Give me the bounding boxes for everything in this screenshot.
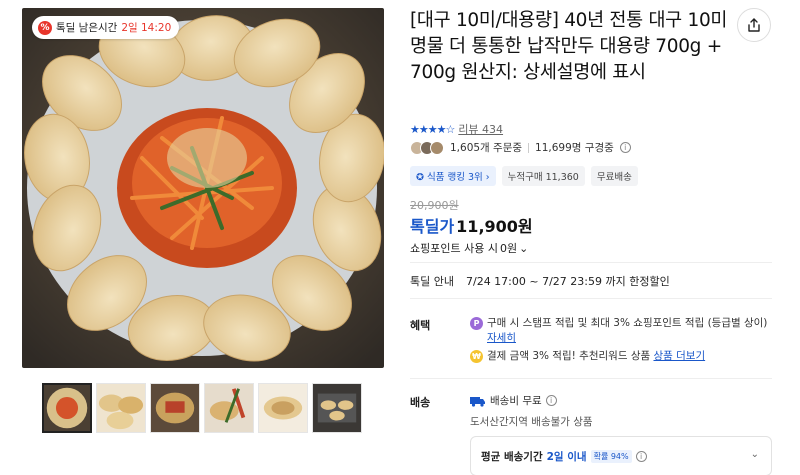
info-icon[interactable]: i	[619, 142, 631, 153]
thumbnail-4[interactable]	[204, 383, 254, 433]
timer-badge: % 톡딜 남은시간 2일 14:20	[32, 16, 180, 39]
delivery-period-box[interactable]: 평균 배송기간 2일 이내 확률 94% i ⌄	[470, 436, 772, 475]
price-row: 톡딜가 11,900원	[410, 213, 533, 237]
info-icon[interactable]: i	[545, 395, 557, 406]
benefit-item-stamp: P 구매 시 스탬프 적립 및 최대 3% 쇼핑포인트 적립 (등급별 상이) …	[470, 316, 770, 346]
stats-row: 1,605개 주문중 11,699명 구경중 i	[410, 140, 631, 155]
divider	[410, 298, 772, 299]
timer-value: 2일 14:20	[121, 22, 172, 34]
orders-count: 1,605개 주문중	[450, 142, 523, 154]
original-price: 20,900원	[410, 199, 459, 212]
share-button[interactable]	[737, 8, 771, 42]
percent-icon: %	[38, 20, 52, 35]
avg-delivery-value: 2일 이내	[546, 450, 587, 463]
shipping-fee: 배송비 무료	[490, 395, 542, 407]
dumpling-photo	[22, 8, 384, 368]
buyer-avatars	[410, 140, 444, 155]
deal-period: 7/24 17:00 ~ 7/27 23:59 까지 한정할인	[465, 275, 670, 288]
truck-icon	[470, 396, 485, 407]
thumbnail-1[interactable]	[42, 383, 92, 433]
details-link[interactable]: 자세히	[487, 332, 516, 344]
deal-label: 톡딜 안내	[410, 275, 454, 288]
coin-icon: ₩	[470, 350, 483, 363]
thumbnail-3[interactable]	[150, 383, 200, 433]
chevron-down-icon: ⌄	[519, 241, 529, 255]
deal-info-row: 톡딜 안내 7/24 17:00 ~ 7/27 23:59 까지 한정할인	[410, 273, 670, 289]
shopping-point-row[interactable]: 쇼핑포인트 사용 시 0원 ⌄	[410, 240, 528, 256]
product-title: [대구 10미/대용량] 40년 전통 대구 10미 명물 더 통통한 납작만두…	[410, 10, 728, 83]
probability-badge: 확률 94%	[590, 449, 632, 463]
sale-price: 11,900원	[456, 217, 533, 236]
point-value: 0원	[499, 242, 518, 255]
point-text: 쇼핑포인트 사용 시	[410, 242, 498, 255]
point-icon: P	[470, 317, 483, 330]
price-label: 톡딜가	[410, 217, 455, 236]
avg-delivery-label: 평균 배송기간	[481, 450, 543, 463]
thumbnail-2[interactable]	[96, 383, 146, 433]
review-link[interactable]: 리뷰 434	[458, 121, 503, 137]
tag-row: ✪ 식품 랭킹 3위 › 누적구매 11,360 무료배송	[410, 166, 638, 186]
thumbnail-6[interactable]	[312, 383, 362, 433]
chevron-right-icon: ›	[482, 172, 490, 183]
chevron-down-icon: ⌄	[750, 449, 759, 460]
more-products-link[interactable]: 상품 더보기	[653, 350, 705, 362]
rating-row: ★★★★☆ 리뷰 434	[410, 121, 503, 137]
share-icon	[748, 18, 760, 32]
thumbnail-strip	[42, 383, 362, 433]
divider	[528, 142, 530, 153]
viewers-count: 11,699명 구경중	[535, 142, 614, 154]
free-shipping-tag: 무료배송	[590, 166, 638, 186]
divider	[410, 378, 772, 379]
cumulative-purchase-tag: 누적구매 11,360	[501, 166, 585, 186]
info-icon[interactable]: i	[635, 450, 647, 462]
main-product-image[interactable]: % 톡딜 남은시간 2일 14:20	[22, 8, 384, 368]
badge-icon: ✪	[416, 172, 427, 183]
shipping-note: 도서산간지역 배송불가 상품	[470, 416, 593, 428]
ranking-tag[interactable]: ✪ 식품 랭킹 3위 ›	[410, 166, 496, 186]
shipping-fee-row: 배송비 무료 i	[470, 393, 557, 408]
divider	[410, 262, 772, 263]
shipping-label: 배송	[410, 396, 431, 409]
timer-label: 톡딜 남은시간	[56, 22, 118, 34]
benefit-item-reward: ₩ 결제 금액 3% 적립! 추천리워드 상품 상품 더보기	[470, 349, 770, 364]
benefits-label: 혜택	[410, 319, 431, 332]
thumbnail-5[interactable]	[258, 383, 308, 433]
star-rating: ★★★★☆	[410, 122, 455, 136]
